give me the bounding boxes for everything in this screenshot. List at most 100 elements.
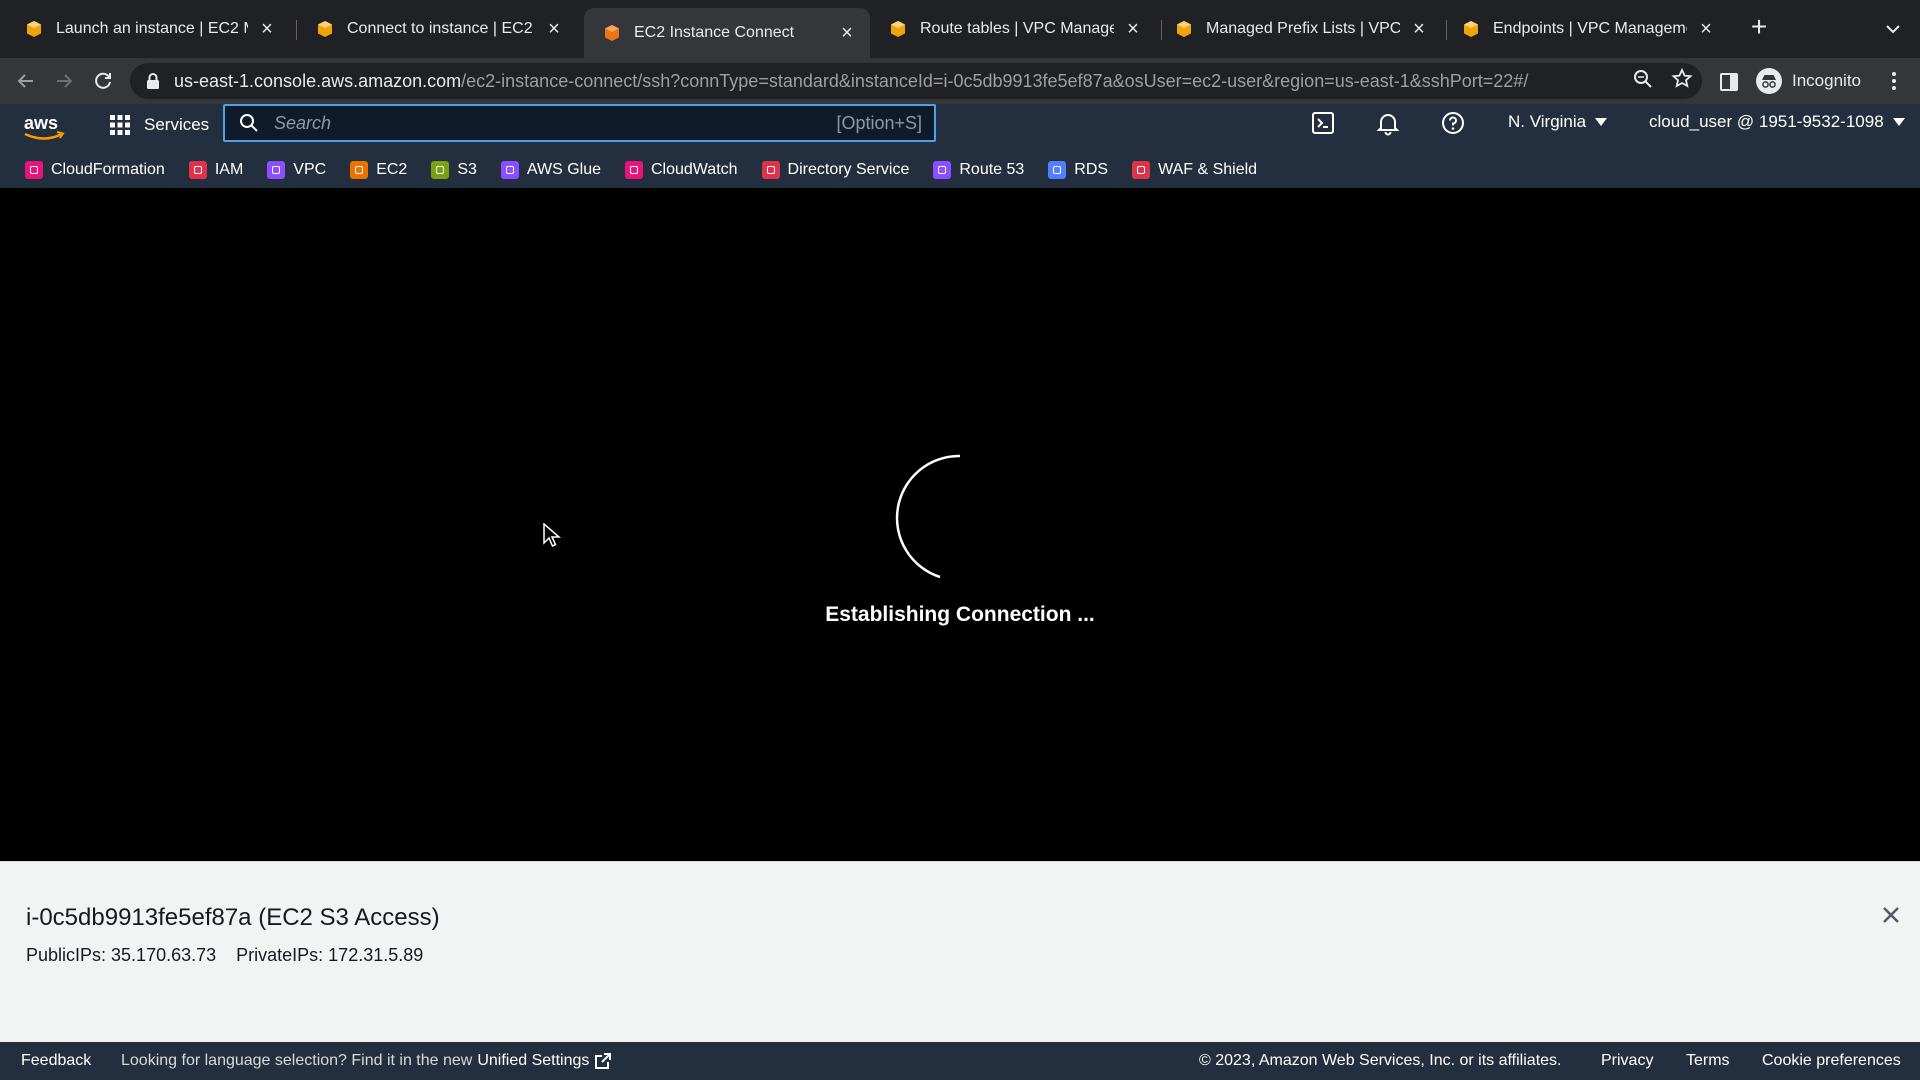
privacy-link[interactable]: Privacy <box>1601 1052 1653 1070</box>
aws-favicon-icon <box>891 21 905 37</box>
terminal-area[interactable]: Establishing Connection ... <box>0 188 1920 861</box>
bookmark-star-icon[interactable] <box>1669 66 1695 92</box>
private-ips: PrivateIPs: 172.31.5.89 <box>236 945 424 965</box>
tab-title: Route tables | VPC Management Console <box>920 20 1114 37</box>
service-icon <box>624 160 643 179</box>
search-shortcut-hint: [Option+S] <box>836 112 922 133</box>
grid-icon <box>110 115 130 135</box>
favorites-bar: CloudFormation IAM VPC EC2 S3 AWS Glue CloudWa… <box>0 151 1920 188</box>
account-menu[interactable]: cloud_user @ 1951-9532-1098 <box>1649 112 1905 132</box>
zoom-icon[interactable] <box>1630 66 1656 92</box>
address-bar[interactable]: us-east-1.console.aws.amazon.com/ec2-ins… <box>130 63 1702 99</box>
favorite-cloudformation[interactable]: CloudFormation <box>25 160 165 179</box>
arrow-right-icon <box>57 74 73 88</box>
tab-title: Managed Prefix Lists | VPC Management Co… <box>1206 20 1400 37</box>
browser-menu-icon[interactable] <box>1886 68 1902 94</box>
copyright-text: © 2023, Amazon Web Services, Inc. or its… <box>1199 1052 1562 1069</box>
mouse-cursor-icon <box>543 523 561 548</box>
service-glyph <box>629 165 638 174</box>
favorite-cloudwatch[interactable]: CloudWatch <box>624 160 738 179</box>
caret-down-icon <box>1595 118 1608 126</box>
account-label: cloud_user @ 1951-9532-1098 <box>1649 112 1884 131</box>
browser-tab[interactable]: Connect to instance | EC2 Management Con… <box>297 10 577 48</box>
incognito-icon <box>1756 68 1782 94</box>
search-input[interactable] <box>274 112 837 134</box>
instance-ips: PublicIPs: 35.170.63.73 PrivateIPs: 172.… <box>26 945 443 966</box>
favorite-rds[interactable]: RDS <box>1048 160 1109 179</box>
feedback-link[interactable]: Feedback <box>21 1052 91 1070</box>
aws-console-header: aws Services [Option+S] N. Virginia clou… <box>0 104 1920 188</box>
console-footer: Feedback Looking for language selection?… <box>0 1042 1920 1080</box>
loading-spinner <box>895 454 961 579</box>
service-icon <box>188 160 207 179</box>
terms-link[interactable]: Terms <box>1686 1052 1730 1070</box>
reload-icon <box>95 72 111 89</box>
favorite-label: EC2 <box>376 160 408 178</box>
close-tab-icon[interactable]: × <box>543 18 565 40</box>
close-tab-icon[interactable]: × <box>836 22 858 44</box>
ec2-favicon-icon <box>605 25 619 41</box>
favorite-iam[interactable]: IAM <box>188 160 243 179</box>
browser-tab-active[interactable]: EC2 Instance Connect × <box>584 8 870 58</box>
browser-tab[interactable]: Route tables | VPC Management Console × <box>870 10 1156 48</box>
incognito-profile-button[interactable]: Incognito <box>1756 66 1861 96</box>
favorite-directory-service[interactable]: Directory Service <box>761 160 909 179</box>
favorite-vpc[interactable]: VPC <box>267 160 326 179</box>
browser-tab[interactable]: Managed Prefix Lists | VPC Management Co… <box>1156 10 1442 48</box>
instance-info-panel: i-0c5db9913fe5ef87a (EC2 S3 Access) Publ… <box>0 861 1920 1042</box>
favorite-ec2[interactable]: EC2 <box>350 160 408 179</box>
close-tab-icon[interactable]: × <box>256 18 278 40</box>
service-glyph <box>436 165 445 174</box>
favorite-route-53[interactable]: Route 53 <box>933 160 1024 179</box>
unified-settings-link[interactable]: Unified Settings <box>477 1052 589 1070</box>
aws-logo[interactable]: aws <box>22 112 66 144</box>
close-tab-icon[interactable]: × <box>1122 18 1144 40</box>
favorite-label: RDS <box>1074 160 1109 178</box>
service-glyph <box>355 165 364 174</box>
notifications-bell-icon[interactable] <box>1375 110 1401 136</box>
favorite-label: CloudWatch <box>650 160 738 178</box>
help-icon[interactable] <box>1440 110 1466 136</box>
instance-title: i-0c5db9913fe5ef87a (EC2 S3 Access) <box>26 904 440 931</box>
browser-tab-strip: Launch an instance | EC2 Management Cons… <box>0 0 1920 58</box>
aws-favicon-icon <box>1464 21 1478 37</box>
favorite-waf-shield[interactable]: WAF & Shield <box>1132 160 1257 179</box>
favorite-aws-glue[interactable]: AWS Glue <box>500 160 601 179</box>
tab-title: Endpoints | VPC Management Console <box>1493 20 1687 37</box>
browser-tab[interactable]: Launch an instance | EC2 Management Cons… <box>6 10 290 48</box>
service-icon <box>933 160 952 179</box>
tab-search-chevron-icon[interactable] <box>1880 16 1906 42</box>
close-tab-icon[interactable]: × <box>1695 18 1717 40</box>
favorite-s3[interactable]: S3 <box>431 160 477 179</box>
arrow-left-icon <box>17 74 33 88</box>
url-path: /ec2-instance-connect/ssh?connType=stand… <box>461 70 1529 91</box>
forward-button[interactable] <box>49 66 79 96</box>
back-button[interactable] <box>11 66 41 96</box>
service-icon <box>431 160 450 179</box>
browser-tab[interactable]: Endpoints | VPC Management Console × <box>1443 10 1729 48</box>
services-menu-button[interactable]: Services <box>108 110 209 140</box>
cloudshell-icon[interactable] <box>1310 110 1336 136</box>
cookie-preferences-link[interactable]: Cookie preferences <box>1762 1052 1901 1070</box>
tab-title: EC2 Instance Connect <box>634 24 795 41</box>
search-box[interactable]: [Option+S] <box>223 104 936 142</box>
service-icon <box>1048 160 1067 179</box>
service-icon <box>500 160 519 179</box>
svg-text:aws: aws <box>24 113 58 133</box>
side-panel-icon[interactable] <box>1720 73 1738 91</box>
service-glyph <box>1053 165 1062 174</box>
connection-status-text: Establishing Connection ... <box>825 603 1095 626</box>
caret-down-icon <box>1892 118 1905 126</box>
new-tab-button[interactable]: + <box>1745 13 1773 42</box>
service-icon <box>761 160 780 179</box>
region-selector[interactable]: N. Virginia <box>1508 112 1608 132</box>
search-icon <box>240 114 258 132</box>
profile-label: Incognito <box>1792 71 1861 90</box>
close-tab-icon[interactable]: × <box>1408 18 1430 40</box>
url-host: us-east-1.console.aws.amazon.com <box>174 70 462 91</box>
aws-favicon-icon <box>27 21 41 37</box>
close-icon[interactable] <box>1878 902 1904 928</box>
service-glyph <box>1137 165 1146 174</box>
reload-button[interactable] <box>88 66 118 96</box>
service-icon <box>267 160 286 179</box>
